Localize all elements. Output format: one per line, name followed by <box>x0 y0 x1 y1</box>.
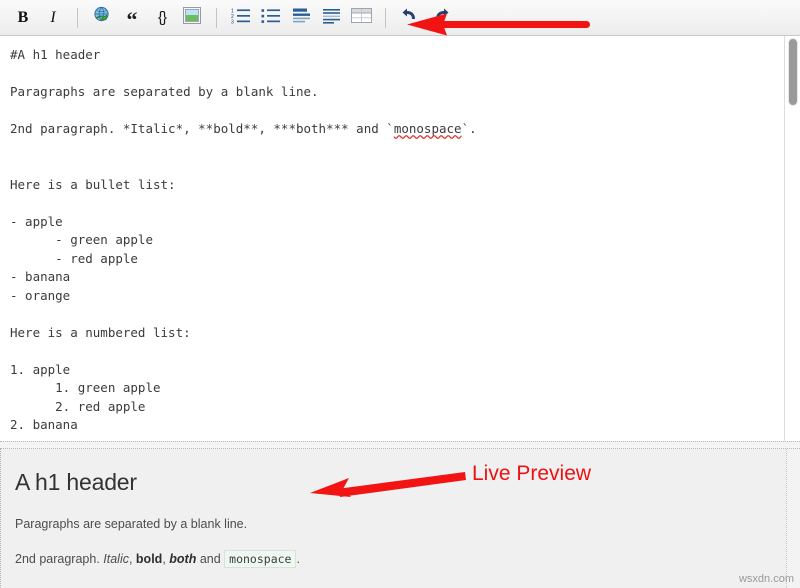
editor-line: Paragraphs are separated by a blank line… <box>10 84 319 99</box>
bullet-list-icon <box>261 7 281 29</box>
editor-line-with-spellcheck: 2nd paragraph. *Italic*, **bold**, ***bo… <box>10 121 477 136</box>
editor-line: 2. banana <box>10 417 78 432</box>
live-preview-annotation-label: Live Preview <box>472 462 591 486</box>
editor-scrollbar-thumb[interactable] <box>788 38 798 106</box>
editor-line: - green apple <box>10 232 153 247</box>
numbered-list-icon: 1 2 3 <box>231 7 251 29</box>
preview-inline-code: monospace <box>224 550 296 568</box>
bullet-list-button[interactable] <box>258 5 284 31</box>
editor-line: Here is a numbered list: <box>10 325 191 340</box>
toolbar-separator-3 <box>385 8 386 28</box>
preview-paragraph-1: Paragraphs are separated by a blank line… <box>15 517 786 531</box>
preview-bold-text: bold <box>136 552 162 566</box>
heading-button[interactable] <box>288 5 314 31</box>
toolbar-separator-1 <box>77 8 78 28</box>
undo-button[interactable] <box>397 5 423 31</box>
preview-bold-italic-text: both <box>169 552 196 566</box>
table-icon <box>351 8 372 28</box>
toolbar-separator-2 <box>216 8 217 28</box>
preview-paragraph-2: 2nd paragraph. Italic, bold, both and mo… <box>15 552 786 566</box>
editor-line-suffix: `. <box>462 121 477 136</box>
heading-icon <box>292 7 311 29</box>
editor-line: - red apple <box>10 251 138 266</box>
preview-vertical-scrollbar[interactable] <box>786 449 800 588</box>
preview-content: A h1 header Paragraphs are separated by … <box>1 449 800 588</box>
editor-toolbar: B I “ {} <box>0 0 800 36</box>
markdown-source-editor[interactable]: #A h1 header Paragraphs are separated by… <box>0 36 800 441</box>
bold-button[interactable]: B <box>10 5 36 31</box>
italic-icon: I <box>50 9 55 27</box>
editor-line: - orange <box>10 288 70 303</box>
blockquote-button[interactable]: “ <box>119 5 145 31</box>
preview-text-suffix: . <box>296 552 299 566</box>
watermark-text: wsxdn.com <box>739 573 794 585</box>
preview-sep: and <box>196 552 224 566</box>
preview-text-prefix: 2nd paragraph. <box>15 552 103 566</box>
insert-table-button[interactable] <box>348 5 374 31</box>
editor-line: 1. apple <box>10 362 70 377</box>
editor-line: Here is a bullet list: <box>10 177 176 192</box>
svg-text:3: 3 <box>231 19 234 24</box>
redo-button[interactable] <box>427 5 453 31</box>
editor-line: 2. red apple <box>10 399 145 414</box>
redo-arrow-icon <box>431 7 450 28</box>
numbered-list-button[interactable]: 1 2 3 <box>228 5 254 31</box>
code-braces-icon: {} <box>158 9 166 26</box>
globe-link-icon <box>93 6 112 30</box>
spellcheck-error-word: monospace <box>394 121 462 136</box>
editor-line-prefix: 2nd paragraph. *Italic*, **bold**, ***bo… <box>10 121 394 136</box>
editor-line: - banana <box>10 269 70 284</box>
code-block-button[interactable]: {} <box>149 5 175 31</box>
bold-icon: B <box>18 9 29 27</box>
undo-arrow-icon <box>401 7 420 28</box>
editor-vertical-scrollbar[interactable] <box>784 36 800 441</box>
preview-heading: A h1 header <box>15 469 786 496</box>
live-preview-pane: A h1 header Paragraphs are separated by … <box>0 449 800 588</box>
preview-italic-text: Italic <box>103 552 129 566</box>
image-icon <box>183 7 201 29</box>
horizontal-rule-button[interactable] <box>318 5 344 31</box>
editor-textarea[interactable]: #A h1 header Paragraphs are separated by… <box>0 36 775 441</box>
horizontal-rule-icon <box>322 7 341 29</box>
editor-line: - apple <box>10 214 63 229</box>
pane-splitter[interactable] <box>0 441 800 449</box>
insert-image-button[interactable] <box>179 5 205 31</box>
editor-line: #A h1 header <box>10 47 100 62</box>
preview-sep: , <box>129 552 136 566</box>
italic-button[interactable]: I <box>40 5 66 31</box>
insert-link-button[interactable] <box>89 5 115 31</box>
blockquote-icon: “ <box>127 13 138 26</box>
editor-line: 1. green apple <box>10 380 161 395</box>
